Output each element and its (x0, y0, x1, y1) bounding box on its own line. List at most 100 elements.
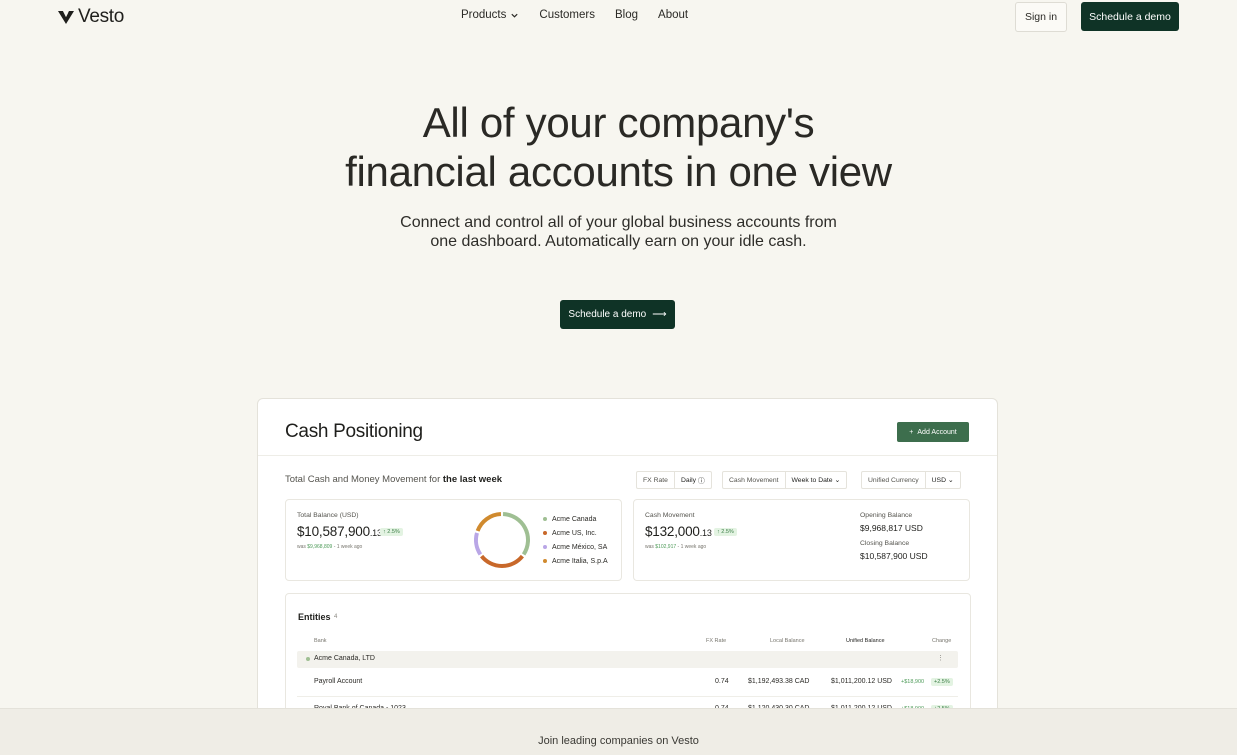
hero-title: All of your company's financial accounts… (0, 98, 1237, 196)
closing-balance-label: Closing Balance (860, 540, 910, 547)
chevron-down-icon: ⌄ (834, 477, 841, 484)
legend-label: Acme México, SA (552, 543, 608, 551)
currency-value: USD (931, 476, 946, 484)
cash-movement-value: Week to Date (791, 476, 833, 484)
unified-balance-cell: $1,011,200.12 USD (831, 678, 892, 685)
legend-dot (543, 517, 547, 521)
was-prefix: was (297, 544, 308, 550)
menu-item-label: Customers (539, 9, 595, 21)
more-options-icon[interactable]: ⋮ (937, 654, 944, 662)
local-balance-cell: $1,192,493.38 CAD (748, 678, 810, 685)
add-account-label: Add Account (917, 428, 957, 436)
change-badge: +2.5% (931, 678, 953, 686)
cash-movement-control[interactable]: Cash Movement Week to Date ⌄ (722, 471, 848, 489)
logo-strip-section: Join leading companies on Vesto (0, 708, 1237, 755)
summary-text: Total Cash and Money Movement for the la… (285, 474, 502, 485)
schedule-demo-nav-button[interactable]: Schedule a demo (1081, 2, 1179, 31)
chevron-down-icon: ⌄ (947, 477, 954, 484)
menu-item-label: Blog (615, 9, 639, 21)
divider (258, 455, 997, 456)
legend-item: Acme Italia, S.p.A (543, 554, 608, 568)
column-header-bank: Bank (314, 638, 327, 644)
donut-slice (474, 532, 483, 556)
total-balance-main: $10,587,900 (297, 524, 370, 539)
info-icon: ⓘ (697, 478, 705, 485)
status-dot (306, 657, 310, 661)
legend-dot (543, 531, 547, 535)
entities-title: Entities (298, 612, 331, 622)
menu-item-label: Products (461, 9, 507, 21)
opening-balance-value: $9,968,817 USD (860, 523, 923, 533)
fx-rate-control[interactable]: FX Rate Daily ⓘ (636, 471, 712, 489)
change-badge: ↑ 2.5% (380, 528, 403, 536)
brand-name: Vesto (78, 6, 125, 27)
entities-count: 4 (334, 614, 338, 620)
fx-rate-cell: 0.74 (715, 678, 729, 685)
change-amount: +$18,900 (901, 679, 925, 685)
hero-title-line: financial accounts in one view (345, 148, 892, 195)
cta-label: Schedule a demo (568, 309, 647, 320)
row-divider (297, 696, 958, 697)
previous-balance: was $9,968,809 - 1 week ago (297, 544, 362, 550)
legend-item: Acme Canada (543, 512, 608, 526)
legend-label: Acme Canada (552, 515, 597, 523)
column-header-change: Change (932, 638, 952, 644)
fx-rate-label: FX Rate (643, 476, 668, 484)
total-balance-label: Total Balance (USD) (297, 512, 359, 519)
hero-title-line: All of your company's (422, 99, 815, 146)
cash-movement-panel: Cash Movement $132,000.13 ↑ 2.5% was $10… (633, 499, 970, 581)
currency-select[interactable]: USD ⌄ (924, 472, 960, 488)
cash-movement-cents: .13 (699, 528, 712, 538)
legend-item: Acme México, SA (543, 540, 608, 554)
column-header-local: Local Balance (770, 638, 805, 644)
brand-logo[interactable]: Vesto (57, 6, 124, 28)
was-suffix: - 1 week ago (676, 544, 707, 550)
cash-movement-label: Cash Movement (729, 476, 779, 484)
vesto-logo-icon (58, 11, 74, 24)
chevron-down-icon (511, 13, 519, 18)
sign-in-button[interactable]: Sign in (1015, 2, 1067, 32)
cash-movement-select[interactable]: Week to Date ⌄ (784, 472, 847, 488)
menu-item-blog[interactable]: Blog (615, 9, 638, 21)
column-header-fx: FX Rate (706, 638, 727, 644)
menu-item-customers[interactable]: Customers (539, 9, 595, 21)
donut-slice (475, 512, 502, 532)
cash-movement-value: $132,000.13 (645, 524, 712, 539)
arrow-right-icon: ⟶ (652, 309, 667, 320)
currency-label: Unified Currency (868, 476, 919, 484)
menu-item-label: About (658, 9, 689, 21)
fx-rate-value: Daily (680, 476, 697, 484)
dashboard-title: Cash Positioning (285, 421, 423, 442)
schedule-demo-hero-button[interactable]: Schedule a demo ⟶ (560, 300, 675, 329)
menu-item-about[interactable]: About (658, 9, 688, 21)
balance-donut-chart (474, 512, 530, 568)
top-nav: Vesto Products Customers Blog About Sign… (0, 0, 1237, 34)
summary-prefix: Total Cash and Money Movement for (285, 474, 443, 485)
hero-subtitle: Connect and control all of your global b… (400, 214, 837, 250)
main-menu: Products Customers Blog About (461, 9, 688, 21)
legend-item: Acme US, Inc. (543, 526, 608, 540)
summary-period: the last week (442, 474, 503, 485)
add-account-button[interactable]: + Add Account (897, 422, 969, 442)
plus-icon: + (909, 428, 914, 436)
closing-balance-value: $10,587,900 USD (860, 551, 928, 561)
menu-item-products[interactable]: Products (461, 9, 519, 21)
was-value: $102,917 (655, 544, 677, 550)
dashboard-preview: Cash Positioning + Add Account Total Cas… (257, 398, 998, 730)
legend-dot (543, 545, 547, 549)
entity-name: Acme Canada, LTD (314, 655, 375, 662)
donut-slice (502, 512, 530, 556)
entity-group-row[interactable]: Acme Canada, LTD ⋮ (297, 651, 958, 668)
was-prefix: was (645, 544, 656, 550)
was-suffix: - 1 week ago (332, 544, 363, 550)
donut-slice (480, 554, 524, 568)
opening-balance-label: Opening Balance (860, 512, 913, 519)
currency-control[interactable]: Unified Currency USD ⌄ (861, 471, 961, 489)
change-badge: ↑ 2.5% (714, 528, 737, 536)
total-balance-panel: Total Balance (USD) $10,587,900.13 ↑ 2.5… (285, 499, 622, 581)
was-value: $9,968,809 (307, 544, 333, 550)
column-header-unified: Unified Balance (846, 638, 885, 644)
legend-label: Acme US, Inc. (552, 529, 597, 537)
cash-movement-title: Cash Movement (645, 512, 695, 519)
fx-rate-select[interactable]: Daily ⓘ (673, 472, 711, 488)
